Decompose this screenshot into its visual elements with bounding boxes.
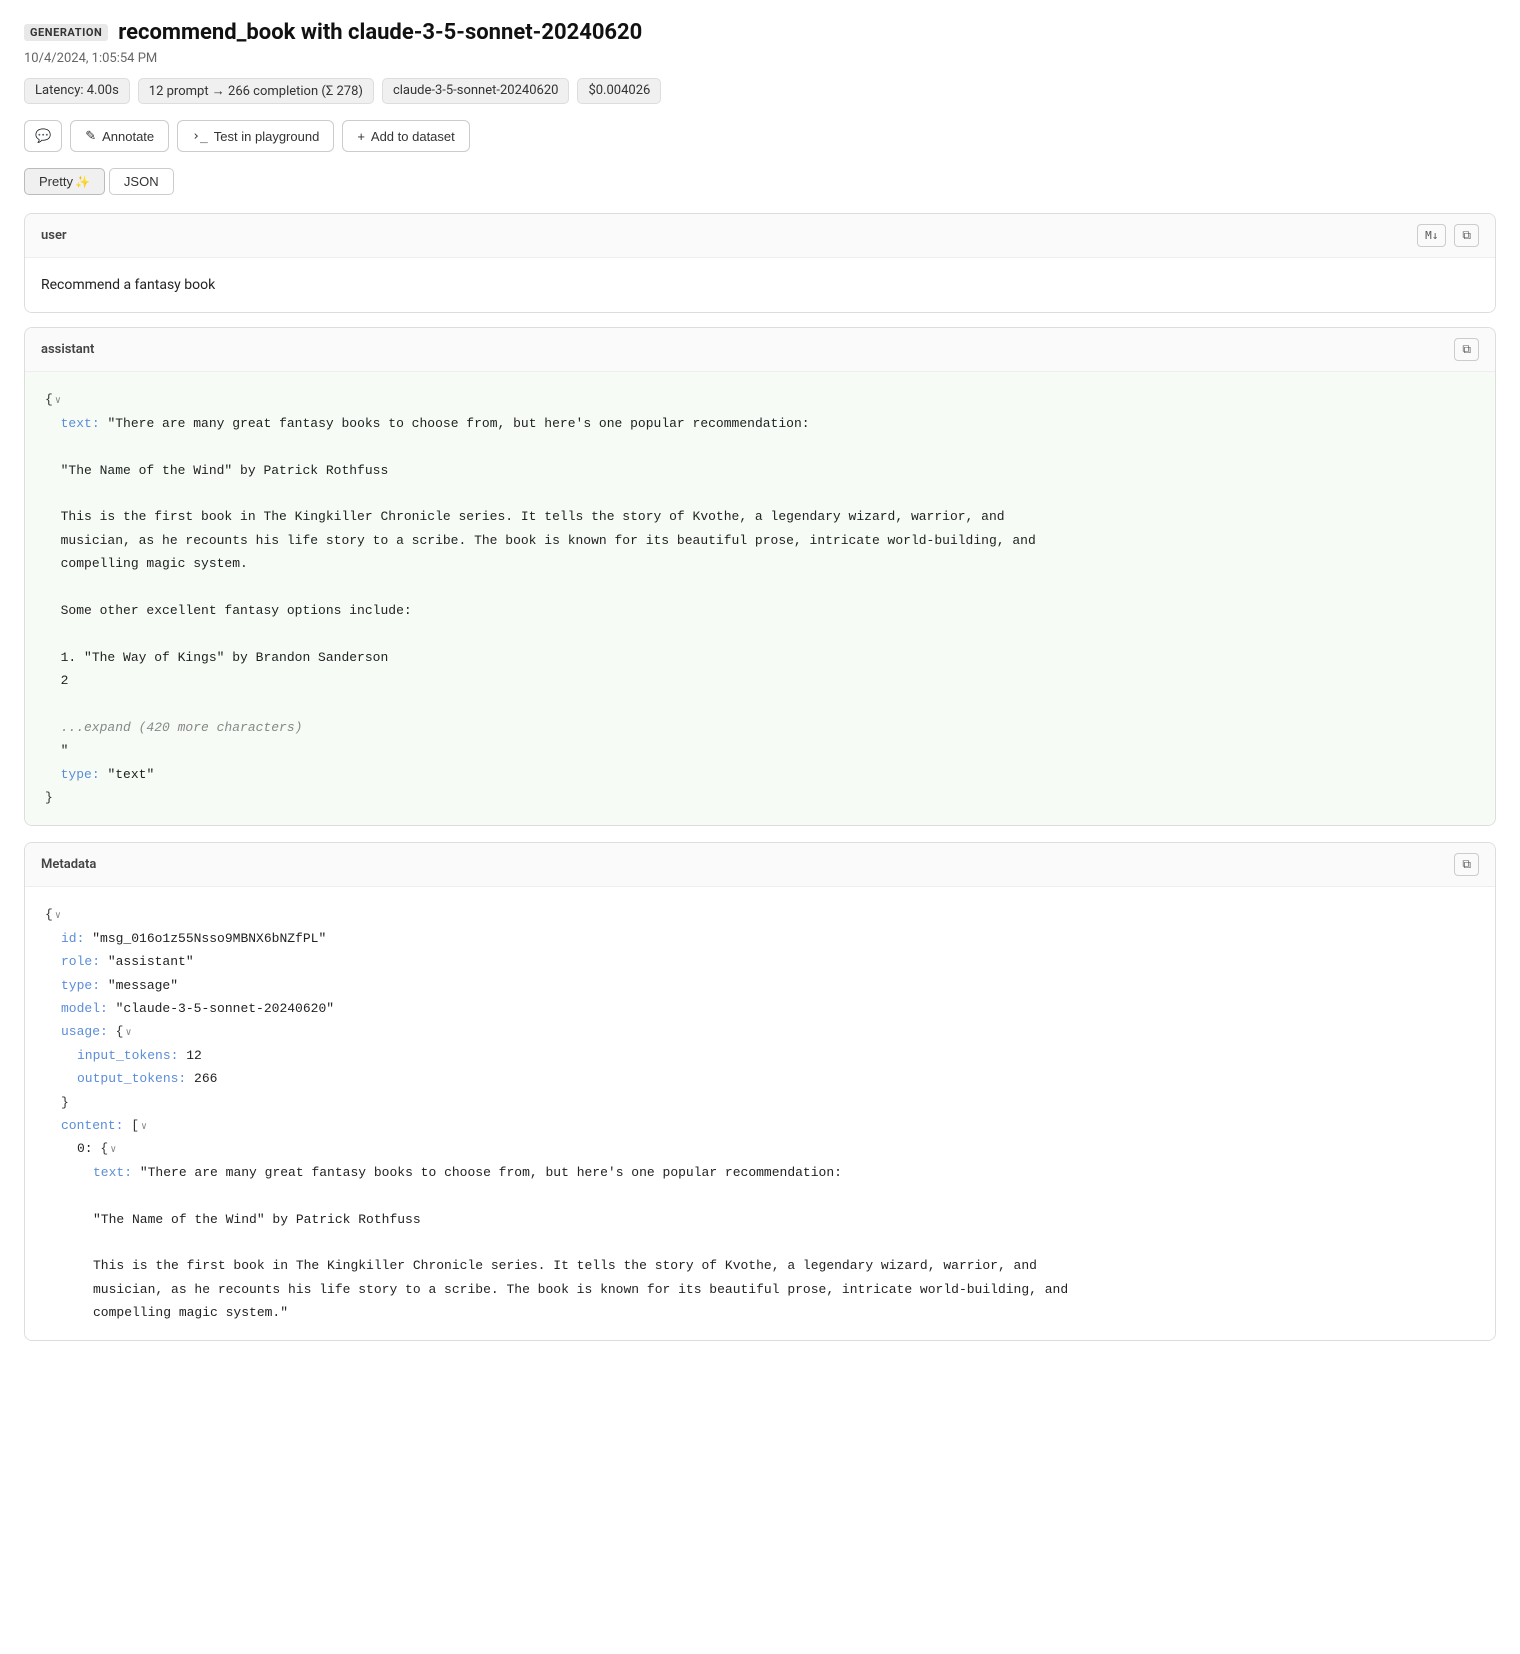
meta-line-2: role: "assistant" [45, 950, 1475, 973]
user-message-body: Recommend a fantasy book [25, 258, 1495, 312]
json-view-button[interactable]: JSON [109, 168, 174, 195]
plus-icon: + [357, 129, 365, 144]
pretty-label: Pretty [39, 174, 73, 189]
generation-badge: GENERATION [24, 24, 108, 41]
assistant-json-line-5: This is the first book in The Kingkiller… [45, 505, 1475, 528]
latency-pill: Latency: 4.00s [24, 78, 130, 104]
user-message-content: Recommend a fantasy book [41, 277, 215, 293]
metadata-copy-button[interactable]: ⧉ [1454, 853, 1479, 876]
annotate-icon: ✎ [85, 128, 96, 144]
meta-line-10: 0: {∨ [45, 1137, 1475, 1160]
action-bar: 💬 ✎ Annotate ›_ Test in playground + Add… [24, 120, 1496, 152]
metadata-title: Metadata [41, 857, 96, 872]
comment-button[interactable]: 💬 [24, 120, 62, 152]
assistant-copy-icon: ⧉ [1462, 342, 1471, 357]
markdown-icon: M↓ [1425, 229, 1438, 242]
pretty-view-button[interactable]: Pretty✨ [24, 168, 105, 195]
assistant-message-icons: ⧉ [1454, 338, 1479, 361]
assistant-json-line-11: 1. "The Way of Kings" by Brandon Sanders… [45, 646, 1475, 669]
view-toggle: Pretty✨ JSON [24, 168, 1496, 195]
copy-icon: ⧉ [1462, 228, 1471, 243]
user-message-header: user M↓ ⧉ [25, 214, 1495, 258]
meta-line-12 [45, 1184, 1475, 1207]
assistant-json-line-14: " [45, 739, 1475, 762]
meta-line-0: {∨ [45, 903, 1475, 926]
json-label: JSON [124, 174, 159, 189]
user-message-icons: M↓ ⧉ [1417, 224, 1479, 247]
assistant-json-line-2 [45, 435, 1475, 458]
assistant-json-line-4 [45, 482, 1475, 505]
tokens-pill: 12 prompt → 266 completion (Σ 278) [138, 78, 374, 104]
assistant-message-block: assistant ⧉ {∨ text: "There are many gre… [24, 327, 1496, 826]
test-playground-label: Test in playground [214, 129, 320, 144]
user-role-label: user [41, 228, 67, 243]
meta-line-14 [45, 1231, 1475, 1254]
meta-line-13: "The Name of the Wind" by Patrick Rothfu… [45, 1208, 1475, 1231]
user-markdown-button[interactable]: M↓ [1417, 224, 1446, 247]
assistant-json-expand[interactable]: ...expand (420 more characters) [45, 716, 1475, 739]
comment-icon: 💬 [35, 128, 51, 144]
assistant-json-line-9: Some other excellent fantasy options inc… [45, 599, 1475, 622]
meta-line-7: output_tokens: 266 [45, 1067, 1475, 1090]
sparkle-icon: ✨ [75, 175, 90, 189]
meta-line-16: musician, as he recounts his life story … [45, 1278, 1475, 1301]
assistant-json-line-8 [45, 576, 1475, 599]
meta-line-3: type: "message" [45, 974, 1475, 997]
meta-line-11: text: "There are many great fantasy book… [45, 1161, 1475, 1184]
metadata-block: Metadata ⧉ {∨ id: "msg_016o1z55Nsso9MBNX… [24, 842, 1496, 1341]
annotate-label: Annotate [102, 129, 154, 144]
meta-line-9: content: [∨ [45, 1114, 1475, 1137]
test-playground-button[interactable]: ›_ Test in playground [177, 120, 334, 152]
assistant-role-label: assistant [41, 342, 94, 357]
model-pill: claude-3-5-sonnet-20240620 [382, 78, 570, 104]
user-message-block: user M↓ ⧉ Recommend a fantasy book [24, 213, 1496, 313]
cost-pill: $0.004026 [577, 78, 661, 104]
assistant-json-line-16: } [45, 786, 1475, 809]
assistant-json-line-15: type: "text" [45, 763, 1475, 786]
user-copy-button[interactable]: ⧉ [1454, 224, 1479, 247]
metadata-copy-icon: ⧉ [1462, 857, 1471, 872]
assistant-message-body: {∨ text: "There are many great fantasy b… [25, 372, 1495, 825]
meta-line-8: } [45, 1091, 1475, 1114]
meta-line-15: This is the first book in The Kingkiller… [45, 1254, 1475, 1277]
assistant-json-line-7: compelling magic system. [45, 552, 1475, 575]
assistant-json-line-1: text: "There are many great fantasy book… [45, 412, 1475, 435]
page-header: GENERATION recommend_book with claude-3-… [24, 20, 1496, 45]
metadata-header: Metadata ⧉ [25, 843, 1495, 887]
assistant-json-line-13 [45, 692, 1475, 715]
assistant-json-line-6: musician, as he recounts his life story … [45, 529, 1475, 552]
meta-line-1: id: "msg_016o1z55Nsso9MBNX6bNZfPL" [45, 927, 1475, 950]
assistant-json-line-3: "The Name of the Wind" by Patrick Rothfu… [45, 459, 1475, 482]
assistant-message-header: assistant ⧉ [25, 328, 1495, 372]
assistant-json-line-10 [45, 622, 1475, 645]
meta-bar: Latency: 4.00s 12 prompt → 266 completio… [24, 78, 1496, 104]
assistant-json-line-12: 2 [45, 669, 1475, 692]
add-dataset-label: Add to dataset [371, 129, 455, 144]
metadata-body: {∨ id: "msg_016o1z55Nsso9MBNX6bNZfPL" ro… [25, 887, 1495, 1340]
annotate-button[interactable]: ✎ Annotate [70, 120, 169, 152]
timestamp: 10/4/2024, 1:05:54 PM [24, 51, 1496, 66]
assistant-copy-button[interactable]: ⧉ [1454, 338, 1479, 361]
assistant-json-line-0: {∨ [45, 388, 1475, 411]
meta-line-17: compelling magic system." [45, 1301, 1475, 1324]
add-dataset-button[interactable]: + Add to dataset [342, 120, 469, 152]
page-title: recommend_book with claude-3-5-sonnet-20… [118, 20, 642, 45]
playground-icon: ›_ [192, 129, 208, 144]
meta-line-6: input_tokens: 12 [45, 1044, 1475, 1067]
meta-line-4: model: "claude-3-5-sonnet-20240620" [45, 997, 1475, 1020]
meta-line-5: usage: {∨ [45, 1020, 1475, 1043]
